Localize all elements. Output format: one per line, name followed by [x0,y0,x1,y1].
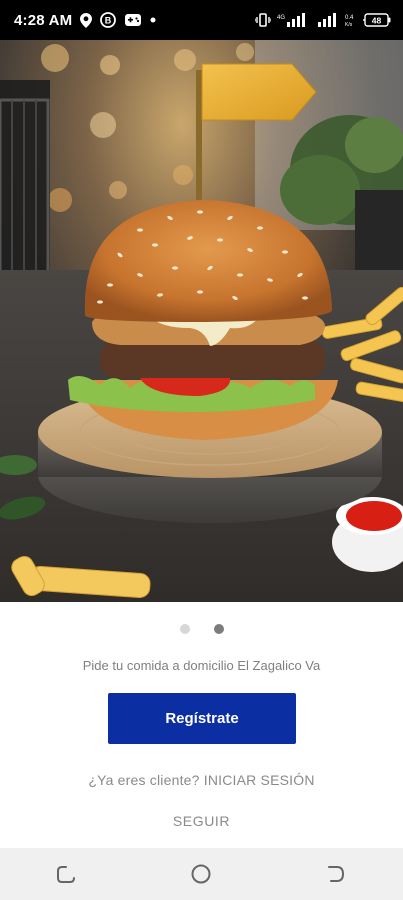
status-time: 4:28 AM [14,11,73,29]
back-icon[interactable] [316,854,356,894]
b-app-icon: B [100,12,117,28]
signal-4g-icon: 4G [277,13,311,27]
login-link[interactable]: INICIAR SESIÓN [204,772,315,788]
tagline: Pide tu comida a domicilio El Zagalico V… [82,658,321,673]
svg-text:0.4: 0.4 [345,15,354,21]
login-prompt: ¿Ya eres cliente? [88,772,204,788]
battery-icon: 48 [363,13,391,27]
hero-burger-image [0,40,403,602]
skip-button[interactable]: SEGUIR [0,813,403,829]
login-row: ¿Ya eres cliente? INICIAR SESIÓN [0,772,403,788]
page-dot-2-active[interactable] [213,624,224,634]
page-indicator [0,624,403,634]
register-button[interactable]: Regístrate [108,693,296,744]
signal-bars-icon [317,13,339,27]
svg-text:K/s: K/s [345,22,353,27]
system-nav-bar [0,848,403,900]
home-icon[interactable] [181,854,221,894]
onboarding-screen: 4:28 AM B 4G 0.4 K/s 48 Pide tu comida a… [0,0,403,900]
gamepad-icon [124,13,142,27]
dot-icon [150,17,156,23]
data-speed-icon: 0.4 K/s [345,13,357,27]
svg-text:4G: 4G [277,15,285,21]
recent-apps-icon[interactable] [47,854,87,894]
svg-text:B: B [105,16,112,26]
page-dot-1[interactable] [179,624,190,634]
vibrate-icon [255,13,271,27]
battery-level: 48 [372,16,382,26]
status-bar: 4:28 AM B 4G 0.4 K/s 48 [0,0,403,40]
location-pin-icon [80,12,93,28]
